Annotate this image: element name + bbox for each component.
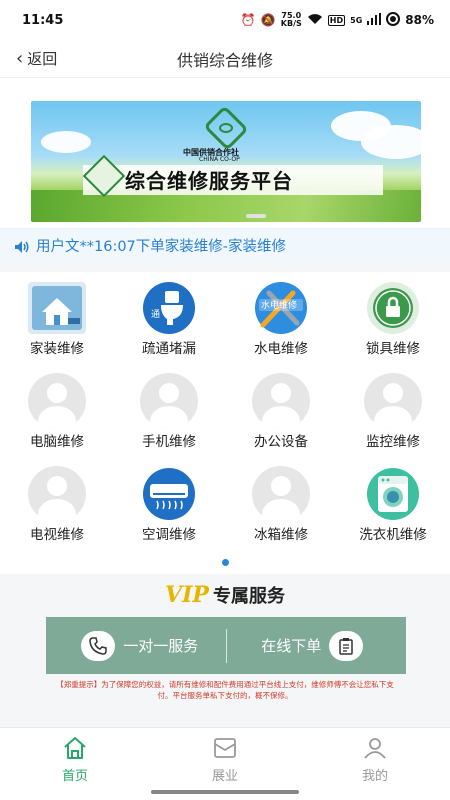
alarm-icon: ⏰ xyxy=(240,13,256,27)
avatar-placeholder-icon xyxy=(139,373,199,429)
chevron-left-icon: ‹ xyxy=(16,47,24,69)
status-icons: ⏰ 🔕 75.0 KB/S HD 5G 88% xyxy=(240,11,434,29)
page-title: 供销综合维修 xyxy=(176,50,273,70)
avatar-placeholder-icon xyxy=(251,373,311,429)
service-label: 水电维修 xyxy=(254,341,308,357)
toilet-unclog-icon: 通 xyxy=(139,280,199,336)
banner-headline: 综合维修服务平台 xyxy=(125,169,293,193)
service-label: 手机维修 xyxy=(142,434,196,450)
home-indicator xyxy=(151,790,299,794)
avatar-placeholder-icon xyxy=(27,373,87,429)
svg-text:通: 通 xyxy=(151,309,160,320)
signal-icon xyxy=(367,12,382,28)
avatar-placeholder-icon xyxy=(251,466,311,522)
service-item-computer[interactable]: 电脑维修 xyxy=(1,371,113,464)
avatar-placeholder xyxy=(28,373,86,429)
service-item-fridge[interactable]: 冰箱维修 xyxy=(225,464,337,557)
service-item-phone[interactable]: 手机维修 xyxy=(113,371,225,464)
clipboard-icon xyxy=(329,630,364,661)
battery-icon xyxy=(386,11,401,29)
washing-machine-icon xyxy=(363,466,423,522)
service-item-unclog[interactable]: 通 疏通堵漏 xyxy=(113,278,225,371)
service-label: 空调维修 xyxy=(142,527,196,543)
service-grid: 家装维修 通 疏通堵漏 水电维修 水电维修 锁具维修 电脑维修 手机维修 办公设… xyxy=(0,278,450,557)
service-label: 办公设备 xyxy=(254,434,308,450)
house-repair-icon xyxy=(27,280,87,336)
service-item-office-equipment[interactable]: 办公设备 xyxy=(225,371,337,464)
cloud-decor xyxy=(41,131,91,153)
banner-org-en: CHINA CO-OP xyxy=(199,156,240,163)
vip-header: VIP 专属服务 xyxy=(0,582,450,608)
coop-logo-inner xyxy=(219,123,233,133)
online-order-button[interactable]: 在线下单 xyxy=(227,617,407,674)
notice-text: 用户文**16:07下单家装维修-家装维修 xyxy=(36,239,287,255)
nav-bar: ‹ 返回 供销综合维修 xyxy=(0,40,450,78)
avatar-placeholder xyxy=(252,373,310,429)
service-item-lock[interactable]: 锁具维修 xyxy=(337,278,449,371)
back-button[interactable]: ‹ 返回 xyxy=(16,48,57,69)
banner-section: 中国供销合作社 CHINA CO-OP 综合维修服务平台 xyxy=(0,78,450,228)
avatar-placeholder xyxy=(364,373,422,429)
inbox-icon xyxy=(212,736,238,760)
network-type: 5G xyxy=(350,15,363,25)
speaker-icon xyxy=(14,239,30,253)
tab-label: 首页 xyxy=(61,769,88,784)
one-on-one-label: 一对一服务 xyxy=(123,637,199,655)
service-label: 电视维修 xyxy=(30,527,84,543)
notice-bar: 用户文**16:07下单家装维修-家装维修 xyxy=(0,228,450,262)
service-label: 洗衣机维修 xyxy=(359,527,427,543)
avatar-placeholder-icon xyxy=(27,466,87,522)
vip-action-bar: 一对一服务 在线下单 xyxy=(46,617,406,674)
service-label: 冰箱维修 xyxy=(254,527,308,543)
avatar-placeholder xyxy=(28,466,86,522)
network-speed: 75.0 KB/S xyxy=(281,12,302,28)
avatar-placeholder xyxy=(140,373,198,429)
service-label: 监控维修 xyxy=(366,434,420,450)
battery-level: 88% xyxy=(405,13,434,27)
service-item-cctv[interactable]: 监控维修 xyxy=(337,371,449,464)
avatar-placeholder xyxy=(252,466,310,522)
water-electric-icon: 水电维修 xyxy=(251,280,311,336)
home-icon xyxy=(62,736,88,760)
service-item-water-electric[interactable]: 水电维修 水电维修 xyxy=(225,278,337,371)
wifi-icon xyxy=(307,13,323,28)
status-bar: 11:45 ⏰ 🔕 75.0 KB/S HD 5G 88% xyxy=(0,0,450,40)
hd-badge: HD xyxy=(327,14,346,26)
back-label: 返回 xyxy=(27,50,58,68)
phone-icon xyxy=(81,630,116,661)
tab-home[interactable]: 首页 xyxy=(0,728,150,800)
air-conditioner-icon xyxy=(139,466,199,522)
grid-page-indicator xyxy=(222,559,229,566)
banner-indicator xyxy=(246,214,266,218)
lock-icon xyxy=(363,280,423,336)
vip-logo: VIP xyxy=(165,582,209,608)
one-on-one-service-button[interactable]: 一对一服务 xyxy=(46,617,226,674)
service-label: 锁具维修 xyxy=(366,341,420,357)
mute-icon: 🔕 xyxy=(260,13,276,27)
tab-label: 我的 xyxy=(361,769,388,784)
tab-label: 展业 xyxy=(211,769,238,784)
service-grid-section: 家装维修 通 疏通堵漏 水电维修 水电维修 锁具维修 电脑维修 手机维修 办公设… xyxy=(0,272,450,574)
online-order-label: 在线下单 xyxy=(261,637,322,655)
service-item-home-repair[interactable]: 家装维修 xyxy=(1,278,113,371)
service-item-washing-machine[interactable]: 洗衣机维修 xyxy=(337,464,449,557)
vip-title: 专属服务 xyxy=(212,586,285,607)
service-item-air-conditioner[interactable]: 空调维修 xyxy=(113,464,225,557)
vip-section: VIP 专属服务 一对一服务 在线下单 【郑重提示】为了保障您的权益，请所有维修… xyxy=(0,574,450,710)
user-icon xyxy=(362,736,388,760)
payment-disclaimer: 【郑重提示】为了保障您的权益，请所有维修和配件费用通过平台线上支付，维修师傅不会… xyxy=(56,680,394,700)
tab-profile[interactable]: 我的 xyxy=(300,728,450,800)
avatar-placeholder-icon xyxy=(363,373,423,429)
status-time: 11:45 xyxy=(22,12,64,28)
service-label: 电脑维修 xyxy=(30,434,84,450)
speed-unit: KB/S xyxy=(280,19,302,28)
water-electric-badge: 水电维修 xyxy=(261,299,297,311)
banner-carousel[interactable]: 中国供销合作社 CHINA CO-OP 综合维修服务平台 xyxy=(31,101,421,222)
service-label: 疏通堵漏 xyxy=(142,341,196,357)
service-label: 家装维修 xyxy=(30,341,84,357)
service-item-tv[interactable]: 电视维修 xyxy=(1,464,113,557)
bottom-tab-bar: 首页 展业 我的 xyxy=(0,727,450,800)
cloud-decor xyxy=(361,125,421,159)
